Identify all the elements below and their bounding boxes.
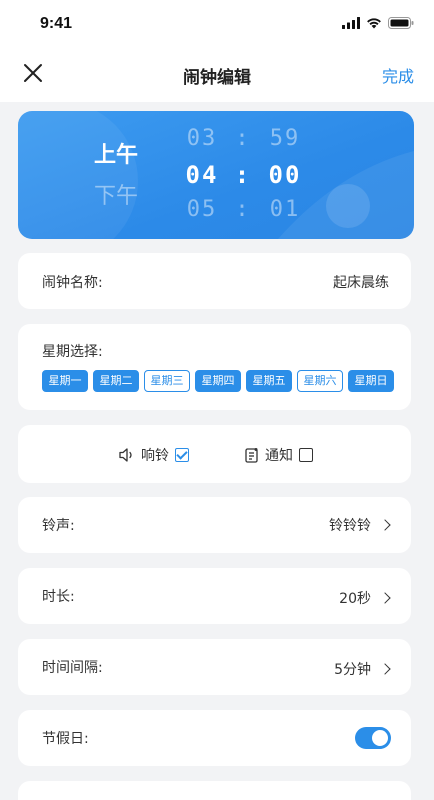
notify-label: 通知 <box>265 448 293 464</box>
chevron-right-icon <box>379 519 391 531</box>
minute-value: 01 <box>269 197 301 222</box>
interval-value: 5分钟 <box>334 662 371 678</box>
alarm-name-label: 闹钟名称: <box>42 275 103 291</box>
chevron-right-icon <box>379 592 391 604</box>
interval-row[interactable]: 时间间隔: 5分钟 <box>18 639 411 695</box>
done-button[interactable]: 完成 <box>382 63 414 87</box>
holiday-toggle[interactable] <box>355 727 391 749</box>
duration-row[interactable]: 时长: 20秒 <box>18 568 411 624</box>
day-thursday[interactable]: 星期四 <box>195 370 241 392</box>
day-friday[interactable]: 星期五 <box>246 370 292 392</box>
notification-icon <box>245 448 258 463</box>
time-picker[interactable]: 上午 下午 03:59 04:00 05:01 <box>18 111 414 239</box>
am-option[interactable]: 上午 <box>94 137 138 169</box>
ringtone-value-group: 铃铃铃 <box>329 515 391 535</box>
weekday-list: 星期一 星期二 星期三 星期四 星期五 星期六 星期日 <box>42 370 394 392</box>
speaker-icon <box>119 448 132 462</box>
hour-value: 03 <box>186 126 218 151</box>
pm-option[interactable]: 下午 <box>94 178 138 210</box>
weekday-selector: 星期选择: 星期一 星期二 星期三 星期四 星期五 星期六 星期日 <box>18 324 411 410</box>
toggle-knob <box>372 730 388 746</box>
duration-value: 20秒 <box>339 591 371 607</box>
cellular-signal-icon <box>342 17 360 29</box>
hour-value: 04 <box>185 161 219 189</box>
chevron-right-icon <box>379 663 391 675</box>
alert-options: 响铃 通知 <box>18 425 411 483</box>
time-separator: : <box>235 197 251 222</box>
duration-label: 时长: <box>42 589 75 605</box>
day-saturday[interactable]: 星期六 <box>297 370 343 392</box>
time-row-selected[interactable]: 04:00 <box>182 161 306 189</box>
holiday-row: 节假日: <box>18 710 411 766</box>
time-row-previous[interactable]: 03:59 <box>182 126 306 151</box>
ringtone-value: 铃铃铃 <box>329 518 371 534</box>
day-tuesday[interactable]: 星期二 <box>93 370 139 392</box>
alarm-name-value: 起床晨练 <box>333 275 389 291</box>
status-icons <box>342 17 414 29</box>
time-row-next[interactable]: 05:01 <box>182 197 306 222</box>
time-separator: : <box>234 161 252 189</box>
status-bar: 9:41 <box>0 0 434 46</box>
wifi-icon <box>367 18 381 29</box>
minute-value: 59 <box>269 126 301 151</box>
page-title: 闹钟编辑 <box>183 68 251 88</box>
next-row-partial <box>18 781 411 800</box>
weekday-label: 星期选择: <box>42 344 103 360</box>
interval-label: 时间间隔: <box>42 660 103 676</box>
notify-option[interactable]: 通知 <box>245 445 313 465</box>
holiday-label: 节假日: <box>42 731 89 747</box>
hour-value: 05 <box>186 197 218 222</box>
ringtone-label: 铃声: <box>42 518 75 534</box>
ring-option[interactable]: 响铃 <box>119 445 189 465</box>
minute-value: 00 <box>268 161 302 189</box>
day-wednesday[interactable]: 星期三 <box>144 370 190 392</box>
notify-checkbox[interactable] <box>299 448 313 462</box>
day-monday[interactable]: 星期一 <box>42 370 88 392</box>
status-time: 9:41 <box>40 15 73 32</box>
ringtone-row[interactable]: 铃声: 铃铃铃 <box>18 497 411 553</box>
time-separator: : <box>235 126 251 151</box>
ring-checkbox[interactable] <box>175 448 189 462</box>
nav-bar: 闹钟编辑 完成 <box>0 46 434 102</box>
ring-label: 响铃 <box>141 448 169 464</box>
battery-icon <box>388 17 414 29</box>
interval-value-group: 5分钟 <box>334 659 391 679</box>
day-sunday[interactable]: 星期日 <box>348 370 394 392</box>
alarm-name-row[interactable]: 闹钟名称: 起床晨练 <box>18 253 411 309</box>
duration-value-group: 20秒 <box>339 588 391 608</box>
